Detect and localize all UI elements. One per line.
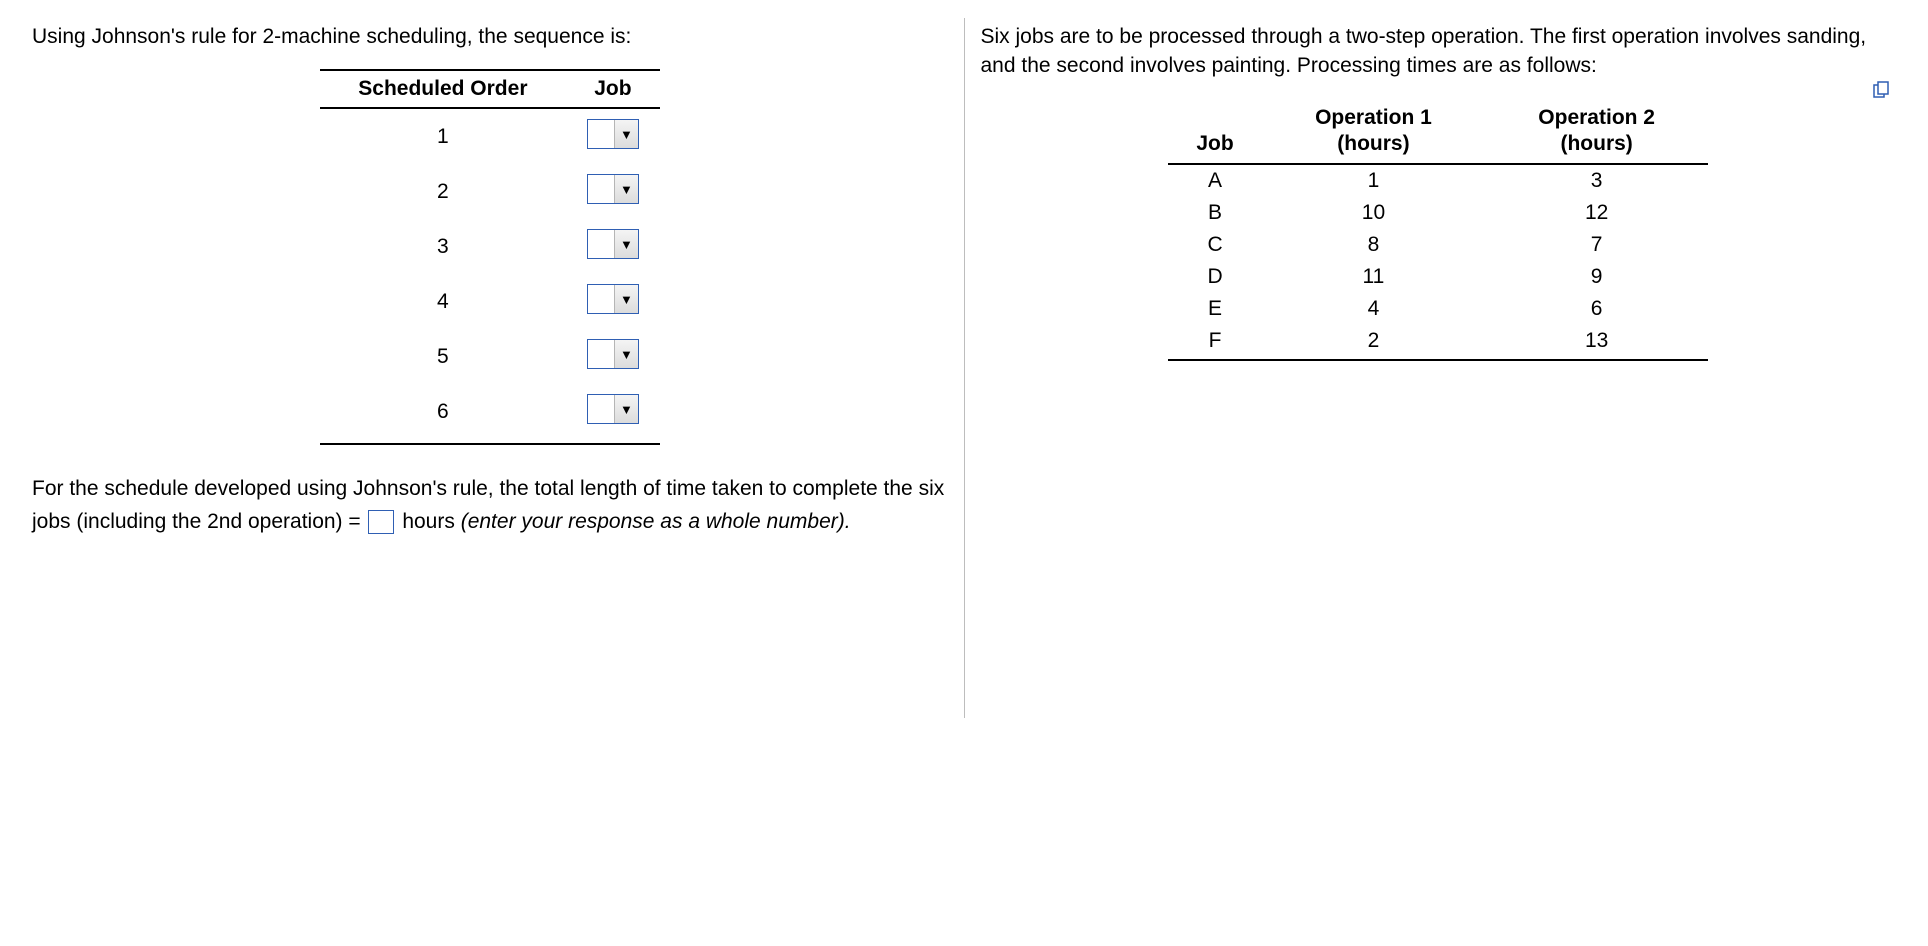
- job-dropdown-2[interactable]: ▼: [587, 174, 639, 204]
- schedule-row: 6 ▼: [320, 384, 660, 444]
- schedule-row: 2 ▼: [320, 164, 660, 219]
- copy-icon[interactable]: [1872, 81, 1890, 99]
- data-row: A 1 3: [1168, 164, 1708, 197]
- job-cell: B: [1168, 197, 1262, 229]
- data-header-op2: Operation 2(hours): [1485, 99, 1708, 165]
- op2-cell: 9: [1485, 261, 1708, 293]
- order-cell: 5: [320, 329, 566, 384]
- schedule-row: 4 ▼: [320, 274, 660, 329]
- chevron-down-icon: ▼: [614, 395, 638, 423]
- left-intro-text: Using Johnson's rule for 2-machine sched…: [32, 22, 948, 51]
- op1-cell: 11: [1262, 261, 1485, 293]
- order-cell: 3: [320, 219, 566, 274]
- op1-cell: 2: [1262, 325, 1485, 360]
- data-row: C 8 7: [1168, 229, 1708, 261]
- prompt-hint: (enter your response as a whole number).: [461, 510, 851, 533]
- job-dropdown-6[interactable]: ▼: [587, 394, 639, 424]
- order-cell: 1: [320, 108, 566, 164]
- processing-times-table: Job Operation 1(hours) Operation 2(hours…: [1168, 99, 1708, 362]
- data-table-wrapper: Job Operation 1(hours) Operation 2(hours…: [981, 99, 1897, 362]
- chevron-down-icon: ▼: [614, 120, 638, 148]
- op1-cell: 4: [1262, 293, 1485, 325]
- data-row: E 4 6: [1168, 293, 1708, 325]
- schedule-table-wrapper: Scheduled Order Job 1 ▼: [32, 69, 948, 445]
- op2-cell: 13: [1485, 325, 1708, 360]
- job-dropdown-1[interactable]: ▼: [587, 119, 639, 149]
- data-row: B 10 12: [1168, 197, 1708, 229]
- op2-cell: 12: [1485, 197, 1708, 229]
- data-header-job: Job: [1168, 99, 1262, 165]
- order-cell: 4: [320, 274, 566, 329]
- op2-cell: 7: [1485, 229, 1708, 261]
- job-cell: A: [1168, 164, 1262, 197]
- job-cell: C: [1168, 229, 1262, 261]
- right-intro-text: Six jobs are to be processed through a t…: [981, 22, 1897, 81]
- schedule-row: 1 ▼: [320, 108, 660, 164]
- job-dropdown-5[interactable]: ▼: [587, 339, 639, 369]
- makespan-input[interactable]: [368, 510, 394, 534]
- schedule-table: Scheduled Order Job 1 ▼: [320, 69, 660, 445]
- op1-cell: 1: [1262, 164, 1485, 197]
- job-cell: E: [1168, 293, 1262, 325]
- makespan-prompt: For the schedule developed using Johnson…: [32, 473, 948, 538]
- job-dropdown-4[interactable]: ▼: [587, 284, 639, 314]
- job-cell: D: [1168, 261, 1262, 293]
- right-column: Six jobs are to be processed through a t…: [965, 18, 1913, 718]
- data-header-op1: Operation 1(hours): [1262, 99, 1485, 165]
- op2-cell: 3: [1485, 164, 1708, 197]
- schedule-header-order: Scheduled Order: [320, 70, 566, 108]
- chevron-down-icon: ▼: [614, 340, 638, 368]
- chevron-down-icon: ▼: [614, 285, 638, 313]
- left-column: Using Johnson's rule for 2-machine sched…: [16, 18, 964, 718]
- op2-cell: 6: [1485, 293, 1708, 325]
- schedule-row: 5 ▼: [320, 329, 660, 384]
- order-cell: 2: [320, 164, 566, 219]
- job-cell: F: [1168, 325, 1262, 360]
- data-row: F 2 13: [1168, 325, 1708, 360]
- order-cell: 6: [320, 384, 566, 444]
- schedule-header-job: Job: [566, 70, 660, 108]
- op1-cell: 8: [1262, 229, 1485, 261]
- chevron-down-icon: ▼: [614, 175, 638, 203]
- page-columns: Using Johnson's rule for 2-machine sched…: [16, 18, 1912, 718]
- chevron-down-icon: ▼: [614, 230, 638, 258]
- job-dropdown-3[interactable]: ▼: [587, 229, 639, 259]
- schedule-row: 3 ▼: [320, 219, 660, 274]
- data-row: D 11 9: [1168, 261, 1708, 293]
- prompt-text-part2: hours: [402, 510, 460, 533]
- op1-cell: 10: [1262, 197, 1485, 229]
